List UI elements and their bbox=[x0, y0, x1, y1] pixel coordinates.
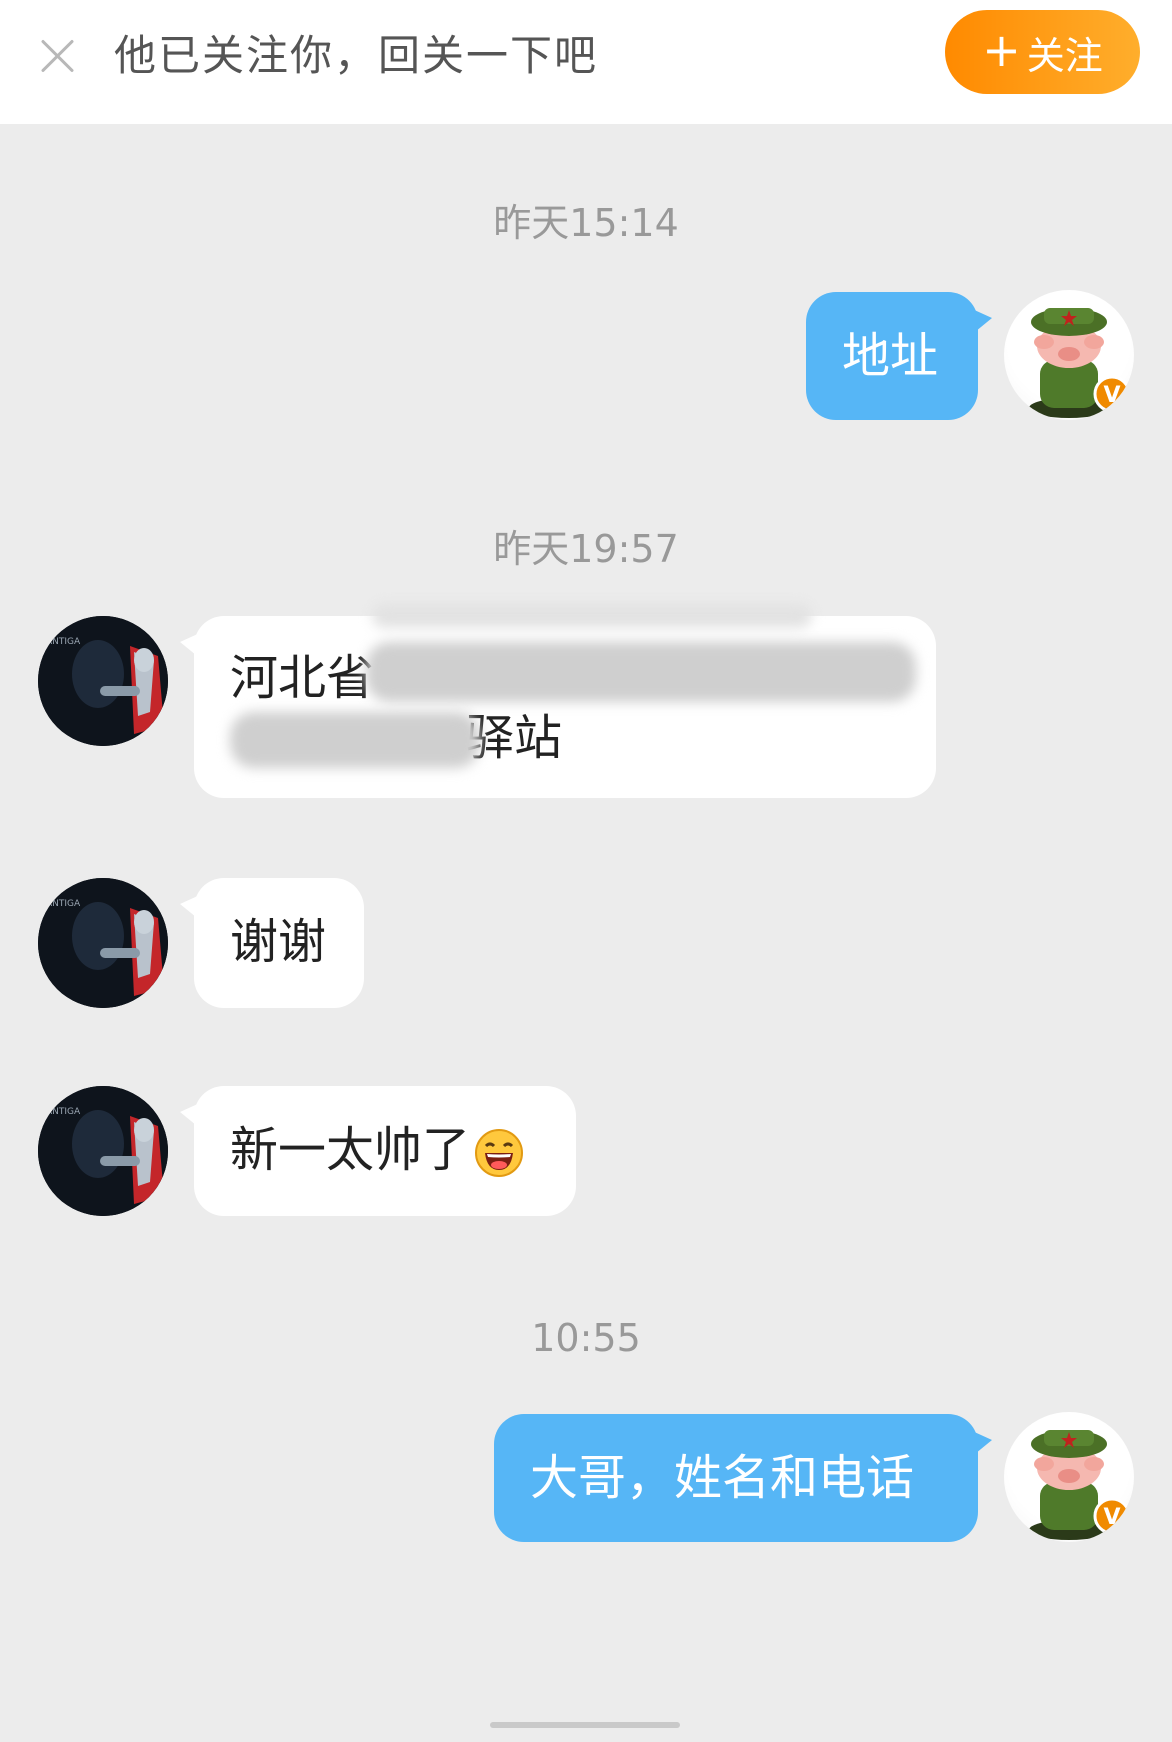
laughing-emoji-icon bbox=[475, 1129, 524, 1177]
incoming-message-bubble[interactable]: 谢谢 bbox=[180, 878, 364, 1008]
outgoing-message-bubble[interactable]: 大哥，姓名和电话 bbox=[494, 1414, 992, 1542]
svg-text:ANTIGA: ANTIGA bbox=[46, 1107, 81, 1117]
follow-button-label: 关注 bbox=[1026, 33, 1103, 78]
contact-avatar[interactable]: ANTIGA bbox=[38, 878, 168, 1008]
privacy-blur bbox=[230, 712, 480, 768]
contact-avatar[interactable]: ANTIGA bbox=[38, 616, 168, 746]
ultraman-avatar-icon: ANTIGA bbox=[38, 1086, 168, 1216]
self-avatar[interactable]: V bbox=[1004, 1412, 1134, 1542]
incoming-message-bubble[interactable]: 新一太帅了 bbox=[180, 1086, 576, 1216]
close-icon[interactable] bbox=[30, 28, 86, 84]
plus-icon: + bbox=[982, 23, 1021, 77]
pig-soldier-avatar-icon: V bbox=[1029, 308, 1131, 418]
banner-text: 他已关注你，回关一下吧 bbox=[114, 31, 599, 80]
message-text: 大哥，姓名和电话 bbox=[530, 1450, 915, 1506]
svg-text:ANTIGA: ANTIGA bbox=[46, 899, 81, 909]
svg-text:ANTIGA: ANTIGA bbox=[46, 637, 81, 647]
ultraman-avatar-icon: ANTIGA bbox=[38, 616, 168, 746]
pig-soldier-avatar-icon: V bbox=[1029, 1430, 1131, 1540]
message-text: 地址 bbox=[842, 328, 939, 384]
message-timestamp: 10:55 bbox=[531, 1316, 641, 1360]
outgoing-message-bubble[interactable]: 地址 bbox=[806, 292, 992, 420]
privacy-blur bbox=[372, 604, 812, 628]
message-text: 谢谢 bbox=[230, 914, 327, 970]
contact-avatar[interactable]: ANTIGA bbox=[38, 1086, 168, 1216]
home-indicator[interactable] bbox=[490, 1722, 680, 1728]
message-timestamp: 昨天19:57 bbox=[493, 527, 679, 571]
follow-back-banner: 他已关注你，回关一下吧 + 关注 bbox=[0, 0, 1172, 124]
self-avatar[interactable]: V bbox=[1004, 290, 1134, 420]
message-text: 新一太帅了 bbox=[230, 1122, 471, 1178]
follow-button[interactable]: + 关注 bbox=[945, 10, 1140, 94]
ultraman-avatar-icon: ANTIGA bbox=[38, 878, 168, 1008]
message-timestamp: 昨天15:14 bbox=[493, 201, 679, 245]
privacy-blur bbox=[366, 642, 916, 702]
svg-text:V: V bbox=[1103, 383, 1120, 408]
svg-text:V: V bbox=[1103, 1505, 1120, 1530]
